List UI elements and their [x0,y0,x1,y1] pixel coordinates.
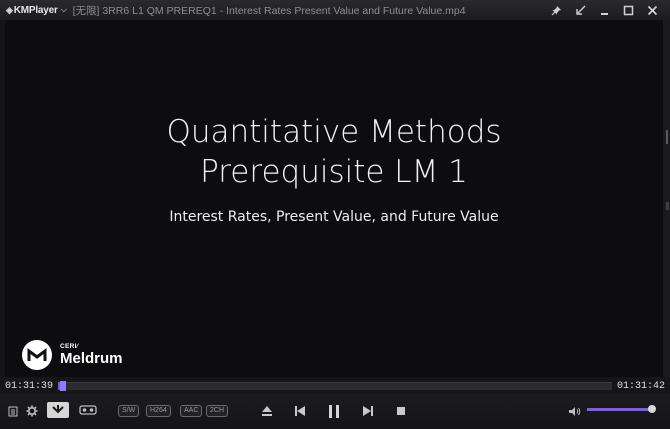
pause-button[interactable] [325,401,343,421]
kmplayer-window: ◈ KMPlayer ⌵ [无限] 3RR6 L1 QM PREREQ1 - I… [0,0,670,429]
eject-button[interactable] [259,403,275,419]
close-icon [647,5,657,15]
speaker-icon [568,406,580,416]
playlist-button[interactable] [6,404,20,418]
seek-row: 01:31:39 01:31:42 [0,378,670,394]
close-button[interactable] [640,0,664,20]
app-name: KMPlayer [13,4,58,16]
pin-button[interactable] [544,0,568,20]
next-button[interactable] [360,403,376,419]
settings-button[interactable] [25,404,39,418]
audio-codec-badge[interactable]: AAC [180,405,203,417]
slide-title-line-1: Quantitative Methods [166,114,502,150]
title-bar[interactable]: ◈ KMPlayer ⌵ [无限] 3RR6 L1 QM PREREQ1 - I… [0,0,670,20]
stop-icon [397,407,405,415]
audio-channels-badge[interactable]: 2CH [206,405,229,417]
stop-button[interactable] [393,403,409,419]
gear-icon [26,405,38,417]
window-title: [无限] 3RR6 L1 QM PREREQ1 - Interest Rates… [72,4,466,17]
volume-fill [587,408,652,411]
brand-name: Meldrum [60,350,123,367]
total-time: 01:31:42 [616,380,665,392]
previous-button[interactable] [292,403,308,419]
minimize-button[interactable] [592,0,616,20]
skip-forward-icon [363,406,373,416]
app-menu-button[interactable]: ◈ KMPlayer ⌵ [6,5,73,16]
maximize-icon [623,5,633,15]
capture-icon [52,405,64,414]
video-display[interactable]: Quantitative Methods Prerequisite LM 1 I… [5,20,663,377]
slide-title-line-2: Prerequisite LM 1 [200,154,468,190]
side-panel-handle[interactable] [663,20,670,377]
control-bar: S/W H264 AAC 2CH [0,394,670,429]
grip-mark [666,130,668,144]
video-codec-badge[interactable]: H264 [146,405,171,417]
brand-text: CERI⁄ Meldrum [60,343,123,367]
mini-mode-button[interactable] [568,0,592,20]
meldrum-logo-icon [22,340,52,370]
grip-mark [666,202,669,210]
current-time: 01:31:39 [5,380,54,392]
capture-button[interactable] [47,402,69,418]
chevron-down-icon: ⌵ [60,5,67,14]
volume-handle[interactable] [647,405,656,413]
mute-button[interactable] [566,403,582,419]
brand-logo: CERI⁄ Meldrum [22,340,123,370]
window-controls [544,0,670,20]
maximize-button[interactable] [616,0,640,20]
slide-title: Quantitative Methods Prerequisite LM 1 [5,112,663,192]
pin-icon [551,5,561,15]
vr-button[interactable] [78,403,98,417]
shrink-icon [575,5,585,15]
km-logo-icon: ◈ [6,4,13,15]
decoder-badge[interactable]: S/W [118,405,140,417]
slide-subtitle: Interest Rates, Present Value, and Futur… [169,209,499,225]
vr-glasses-icon [79,405,97,415]
seek-bar-handle[interactable] [60,381,67,391]
pause-icon [329,404,339,418]
minimize-icon [600,12,608,15]
playlist-icon [8,406,18,416]
volume-slider[interactable] [587,405,656,413]
seek-bar[interactable] [58,381,612,391]
eject-icon [262,406,272,416]
skip-back-icon [295,406,305,416]
